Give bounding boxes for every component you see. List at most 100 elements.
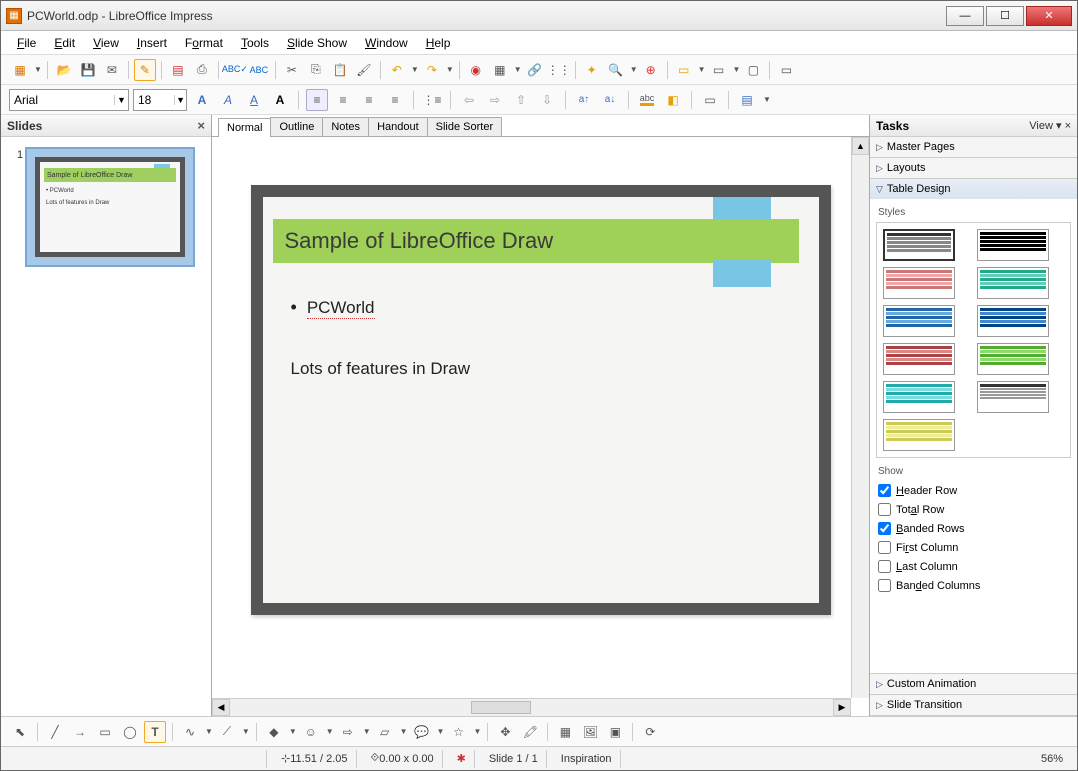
align-right-button[interactable]: ≡ xyxy=(358,89,380,111)
slide-thumb-1[interactable]: 1 Sample of LibreOffice Draw • PCWorldLo… xyxy=(11,147,201,267)
arrow-tool[interactable]: → xyxy=(69,721,91,743)
hyperlink-button[interactable]: 🔗 xyxy=(524,59,546,81)
menu-slideshow[interactable]: Slide Show xyxy=(279,34,355,52)
font-size-combo[interactable]: ▼ xyxy=(133,89,187,111)
section-layouts[interactable]: ▷Layouts xyxy=(870,158,1077,178)
chk-first-column[interactable]: First Column xyxy=(876,538,1071,557)
save-button[interactable]: 💾 xyxy=(77,59,99,81)
decrease-font-button[interactable]: a↓ xyxy=(599,89,621,111)
navigator-button[interactable]: ✦ xyxy=(581,59,603,81)
horizontal-scrollbar[interactable]: ◀ ▶ xyxy=(212,698,851,716)
gallery-tool[interactable]: ▣ xyxy=(604,721,626,743)
dropdown-arrow-icon[interactable]: ▼ xyxy=(698,65,706,74)
dropdown-arrow-icon[interactable]: ▼ xyxy=(437,727,445,736)
grid-button[interactable]: ⋮⋮ xyxy=(548,59,570,81)
tab-normal[interactable]: Normal xyxy=(218,118,271,137)
pdf-export-button[interactable]: ▤ xyxy=(167,59,189,81)
chk-total-row[interactable]: Total Row xyxy=(876,500,1071,519)
dropdown-arrow-icon[interactable]: ▼ xyxy=(363,727,371,736)
menu-window[interactable]: Window xyxy=(357,34,416,52)
style-swatch-7[interactable] xyxy=(883,343,955,375)
email-button[interactable]: ✉ xyxy=(101,59,123,81)
minimize-button[interactable]: — xyxy=(946,6,984,26)
section-custom-animation[interactable]: ▷Custom Animation xyxy=(870,674,1077,694)
block-arrows-tool[interactable]: ⇨ xyxy=(337,721,359,743)
section-table-design[interactable]: ▽Table Design xyxy=(870,179,1077,199)
align-left-button[interactable]: ≡ xyxy=(306,89,328,111)
slide-button[interactable]: ▭ xyxy=(673,59,695,81)
slide-body[interactable]: PCWorld Lots of features in Draw xyxy=(291,297,791,379)
rect-tool[interactable]: ▭ xyxy=(94,721,116,743)
tab-handout[interactable]: Handout xyxy=(368,117,428,136)
symbol-shapes-tool[interactable]: ☺ xyxy=(300,721,322,743)
points-tool[interactable]: ✥ xyxy=(494,721,516,743)
font-color-button[interactable]: abc xyxy=(636,89,658,111)
chk-banded-rows[interactable]: Banded Rows xyxy=(876,519,1071,538)
style-swatch-9[interactable] xyxy=(883,381,955,413)
maximize-button[interactable]: ☐ xyxy=(986,6,1024,26)
bold-button[interactable]: A xyxy=(191,89,213,111)
fontwork-tool[interactable]: ▦ xyxy=(554,721,576,743)
style-swatch-11[interactable] xyxy=(883,419,955,451)
font-name-combo[interactable]: ▼ xyxy=(9,89,129,111)
dropdown-arrow-icon[interactable]: ▼ xyxy=(411,65,419,74)
menu-help[interactable]: Help xyxy=(418,34,459,52)
move-down-button[interactable]: ⇩ xyxy=(536,89,558,111)
style-swatch-1[interactable] xyxy=(883,229,955,261)
style-swatch-6[interactable] xyxy=(977,305,1049,337)
dropdown-arrow-icon[interactable]: ▼ xyxy=(326,727,334,736)
style-swatch-10[interactable] xyxy=(977,381,1049,413)
dropdown-arrow-icon[interactable]: ▼ xyxy=(473,727,481,736)
menu-tools[interactable]: Tools xyxy=(233,34,277,52)
zoom-button[interactable]: 🔍 xyxy=(605,59,627,81)
flowchart-tool[interactable]: ▱ xyxy=(374,721,396,743)
scroll-right-icon[interactable]: ▶ xyxy=(833,699,851,716)
font-size-input[interactable] xyxy=(134,93,174,107)
dropdown-arrow-icon[interactable]: ▼ xyxy=(733,65,741,74)
status-zoom[interactable]: 56% xyxy=(1033,750,1071,768)
connector-tool[interactable]: ⟋ xyxy=(216,721,238,743)
italic-button[interactable]: A xyxy=(217,89,239,111)
vertical-scrollbar[interactable]: ▲ xyxy=(851,137,869,698)
ellipse-tool[interactable]: ◯ xyxy=(119,721,141,743)
scroll-up-icon[interactable]: ▲ xyxy=(852,137,869,155)
table-button[interactable]: ▦ xyxy=(489,59,511,81)
style-swatch-8[interactable] xyxy=(977,343,1049,375)
chk-header-row[interactable]: Header Row xyxy=(876,481,1071,500)
canvas-area[interactable]: Sample of LibreOffice Draw PCWorld Lots … xyxy=(212,137,869,716)
cut-button[interactable]: ✂ xyxy=(281,59,303,81)
menu-file[interactable]: File xyxy=(9,34,44,52)
from-file-tool[interactable]: 🖼 xyxy=(579,721,601,743)
print-button[interactable]: ⎙ xyxy=(191,59,213,81)
edit-mode-button[interactable]: ✎ xyxy=(134,59,156,81)
demote-button[interactable]: ⇨ xyxy=(484,89,506,111)
help-button[interactable]: ⊕ xyxy=(640,59,662,81)
menu-format[interactable]: Format xyxy=(177,34,231,52)
scroll-thumb[interactable] xyxy=(471,701,531,714)
basic-shapes-tool[interactable]: ◆ xyxy=(263,721,285,743)
rotate-tool[interactable]: ⟳ xyxy=(639,721,661,743)
scroll-left-icon[interactable]: ◀ xyxy=(212,699,230,716)
font-name-input[interactable] xyxy=(10,93,114,107)
dropdown-arrow-icon[interactable]: ▼ xyxy=(289,727,297,736)
increase-font-button[interactable]: a↑ xyxy=(573,89,595,111)
highlight-button[interactable]: ◧ xyxy=(662,89,684,111)
format-paintbrush-button[interactable]: 🖌 xyxy=(353,59,375,81)
close-button[interactable]: ✕ xyxy=(1026,6,1072,26)
menu-view[interactable]: View xyxy=(85,34,127,52)
dropdown-arrow-icon[interactable]: ▼ xyxy=(242,727,250,736)
star-tool[interactable]: ☆ xyxy=(447,721,469,743)
style-swatch-5[interactable] xyxy=(883,305,955,337)
redo-button[interactable]: ↷ xyxy=(421,59,443,81)
text-tool[interactable]: T xyxy=(144,721,166,743)
glue-tool[interactable]: 🖍 xyxy=(519,721,541,743)
presentation-button[interactable]: ▭ xyxy=(775,59,797,81)
menu-edit[interactable]: Edit xyxy=(46,34,83,52)
chevron-down-icon[interactable]: ▼ xyxy=(174,95,186,105)
chevron-down-icon[interactable]: ▼ xyxy=(114,95,128,105)
align-justify-button[interactable]: ≡ xyxy=(384,89,406,111)
spellcheck-button[interactable]: ABC✓ xyxy=(224,59,246,81)
undo-button[interactable]: ↶ xyxy=(386,59,408,81)
chk-banded-columns[interactable]: Banded Columns xyxy=(876,576,1071,595)
shadow-button[interactable]: A xyxy=(269,89,291,111)
